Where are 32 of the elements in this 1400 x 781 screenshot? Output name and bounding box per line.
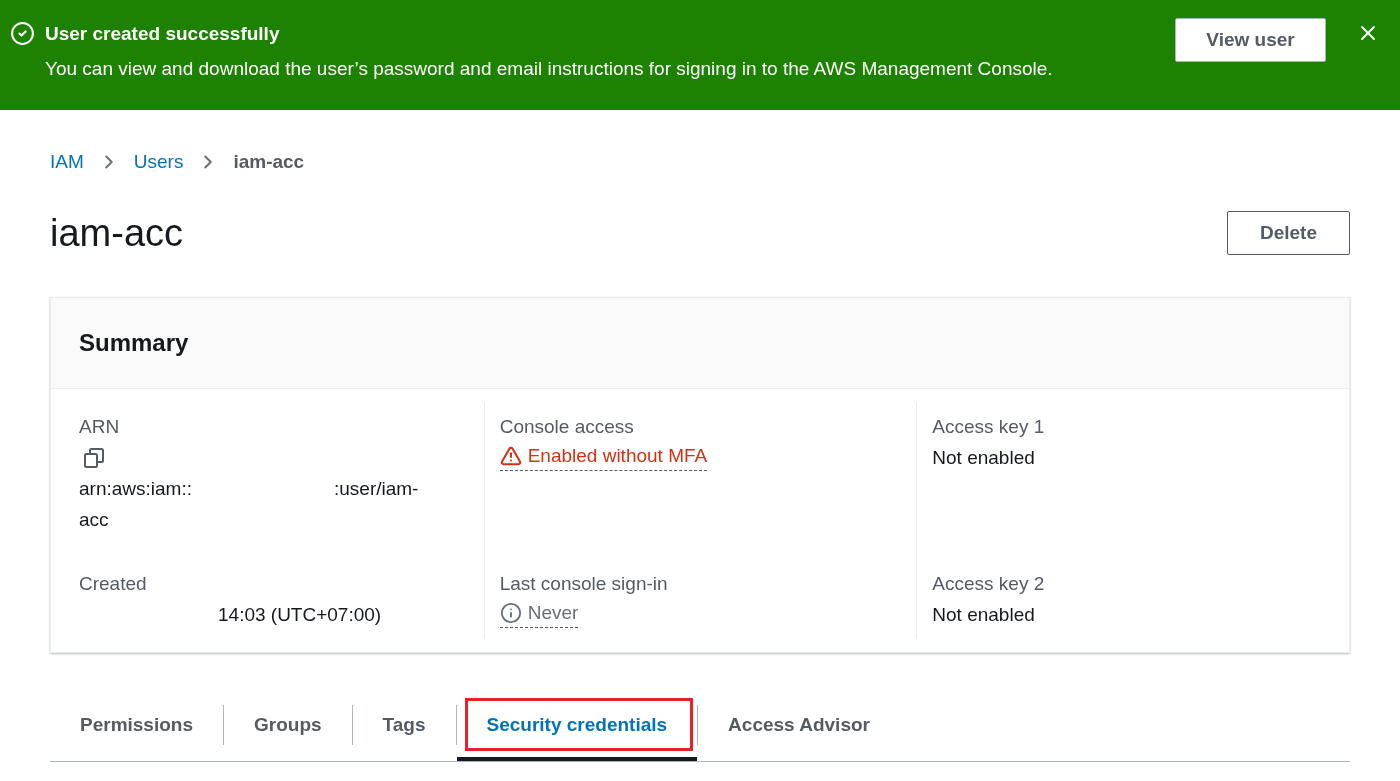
banner-message: You can view and download the user’s password and email instructions for signing in to the AWS Management Console.	[45, 57, 1053, 81]
breadcrumb-link[interactable]: IAM	[50, 147, 84, 177]
arn-value: arn:aws:iam:: :user/iam-acc	[79, 477, 420, 532]
breadcrumb-current: iam-acc	[233, 149, 305, 174]
tab[interactable]: Permissions	[50, 691, 223, 761]
warning-icon	[499, 445, 522, 467]
info-icon	[499, 602, 522, 624]
tab[interactable]: Tags	[352, 691, 456, 761]
status-text: Never	[527, 601, 579, 625]
field-value: 14:03 (UTC+07:00)	[218, 604, 382, 625]
delete-button[interactable]: Delete	[1227, 211, 1350, 255]
tab[interactable]: Groups	[224, 691, 352, 761]
copy-icon[interactable]	[84, 447, 104, 468]
tab[interactable]: Access Advisor	[698, 691, 900, 761]
field-label: Console access	[499, 415, 634, 439]
check-circle-icon	[10, 21, 35, 46]
field-label: Last console sign-in	[499, 572, 668, 596]
field-label: ARN	[79, 415, 120, 439]
field-value: Not enabled	[932, 603, 1035, 627]
status-warning[interactable]: Enabled without MFA	[499, 442, 708, 471]
summary-title: Summary	[79, 328, 189, 358]
field-label: Access key 1	[932, 415, 1045, 439]
breadcrumb-link[interactable]: Users	[133, 147, 184, 177]
page-title: iam-acc	[50, 211, 184, 255]
tab[interactable]: Security credentials	[456, 691, 698, 761]
field-value: Not enabled	[932, 446, 1035, 470]
field-label: Access key 2	[932, 572, 1045, 596]
view-user-button[interactable]: View user	[1175, 18, 1326, 62]
status-text: Enabled without MFA	[527, 444, 708, 468]
status-info[interactable]: Never	[499, 599, 579, 628]
banner-title: User created successfully	[45, 22, 281, 46]
field-label: Created	[79, 572, 147, 596]
